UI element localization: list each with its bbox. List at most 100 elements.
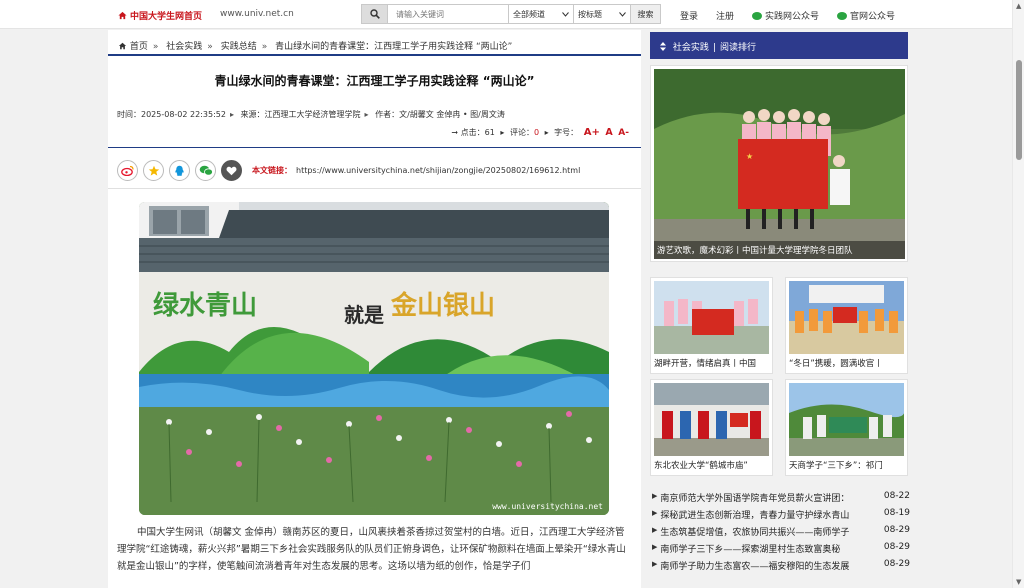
chevron-down-icon: [619, 11, 626, 17]
qq-icon: [175, 165, 184, 176]
field-select-value: 按标题: [578, 9, 602, 19]
wechat-official-link[interactable]: 官网公众号: [837, 9, 895, 22]
featured-photo-illustration: ★: [654, 69, 905, 259]
divider: [108, 147, 641, 148]
news-date: 08-19: [879, 508, 910, 518]
article-title: 青山绿水间的青春课堂：江西理工学子用实践诠释 “两山论”: [214, 74, 535, 88]
breadcrumb-separator-icon: »: [152, 42, 159, 52]
channel-select-value: 全部频道: [513, 9, 545, 19]
home-icon: [118, 11, 127, 20]
mural-photo-illustration: 绿水青山 就是 金山银山: [139, 202, 609, 515]
featured-image: ★ 游艺欢歌，魔术幻彩丨中国计量大学理学院冬日团队: [654, 69, 905, 259]
thumb-image: [789, 383, 904, 456]
thumb-photo-illustration: [789, 281, 904, 354]
news-item[interactable]: ▶ 南京师范大学外国语学院青年党员薪火宣讲团： 08-22: [652, 491, 910, 508]
clicks-label: 点击：: [460, 128, 485, 137]
news-date: 08-29: [879, 559, 910, 569]
news-title: 探秘武进生态创新治理，青春力量守护绿水青山: [660, 511, 850, 521]
wechat-icon: [199, 165, 213, 176]
mural-text-mid: 就是: [344, 303, 384, 327]
featured-caption: 游艺欢歌，魔术幻彩丨中国计量大学理学院冬日团队: [654, 241, 905, 259]
top-links: 登录 注册 实践网公众号 官网公众号: [680, 9, 913, 22]
thumb-caption: 东北农业大学“鹤城市庙”: [654, 461, 748, 471]
separator-icon: |: [712, 43, 716, 53]
page-scrollbar[interactable]: ▲ ▼: [1012, 0, 1024, 588]
search-bar: 全部频道 按标题 搜索: [361, 4, 661, 24]
star-icon: [148, 165, 159, 176]
chevron-down-icon: [562, 11, 569, 17]
font-small-button[interactable]: A-: [618, 128, 629, 138]
comments-count[interactable]: 0: [534, 128, 539, 137]
font-large-button[interactable]: A+: [584, 127, 600, 138]
news-date: 08-22: [879, 491, 910, 501]
news-title: 南师学子助力生态富农——福安穆阳的生态发展: [660, 562, 850, 572]
heart-icon: [226, 166, 237, 175]
news-item[interactable]: ▶ 生态筑基促增值，农旅协同共振兴——南师学子 08-29: [652, 525, 910, 542]
breadcrumb-practice-summary[interactable]: 实践总结: [221, 42, 257, 52]
sidebar-tabs: 社会实践 | 阅读排行: [650, 32, 908, 59]
news-item[interactable]: ▶ 南师学子助力生态富农——福安穆阳的生态发展 08-29: [652, 559, 910, 576]
clicks-count: 61: [484, 128, 495, 137]
article-stats: ➞ 点击：61 ▸ 评论：0 ▸ 字号： A+ A A-: [451, 127, 629, 138]
wechat-practice-link[interactable]: 实践网公众号: [752, 9, 819, 22]
breadcrumb-separator-icon: »: [207, 42, 213, 52]
tab-read-ranking[interactable]: 阅读排行: [720, 43, 756, 53]
arrow-right-icon: ▶: [652, 543, 658, 551]
weibo-share-button[interactable]: [117, 160, 138, 181]
tab-social-practice[interactable]: 社会实践: [673, 43, 709, 53]
favorite-share-button[interactable]: [143, 160, 164, 181]
thumb-photo-illustration: [654, 281, 769, 354]
article-link-label: 本文链接：: [252, 166, 292, 175]
site-home-link[interactable]: 中国大学生网首页: [118, 9, 202, 22]
article-author: 作者：文/胡馨文 金倬冉 • 图/周文涛: [375, 110, 505, 119]
thumb-caption: “冬日”携暖，圆满收官丨: [789, 359, 883, 369]
search-icon-button[interactable]: [361, 4, 388, 24]
sort-icon: [660, 42, 666, 51]
publish-time: 时间：2025-08-02 22:35:52: [117, 110, 226, 119]
article-link-url[interactable]: https://www.universitychina.net/shijian/…: [296, 166, 580, 175]
news-item[interactable]: ▶ 南师学子三下乡——探索湖里村生态致富奥秘 08-29: [652, 542, 910, 559]
featured-story[interactable]: ★ 游艺欢歌，魔术幻彩丨中国计量大学理学院冬日团队: [650, 65, 908, 262]
breadcrumb-current: 青山绿水间的青春课堂：江西理工学子用实践诠释 “两山论”: [275, 42, 513, 52]
thumb-photo-illustration: [789, 383, 904, 456]
arrow-right-icon: ▶: [652, 526, 658, 534]
scroll-up-icon[interactable]: ▲: [1016, 2, 1021, 10]
breadcrumb-home[interactable]: 首页: [130, 42, 148, 52]
thumb-photo-illustration: [654, 383, 769, 456]
svg-text:★: ★: [746, 152, 753, 161]
scroll-down-icon[interactable]: ▼: [1016, 578, 1021, 586]
thumb-story[interactable]: 湖畔开营，情绪启真丨中国: [650, 277, 773, 374]
wechat-official-label: 官网公众号: [850, 12, 896, 22]
font-size-label: 字号：: [554, 128, 579, 137]
news-title: 南京师范大学外国语学院青年党员薪火宣讲团：: [660, 494, 850, 504]
search-input[interactable]: [388, 4, 509, 24]
font-mid-button[interactable]: A: [605, 127, 612, 138]
breadcrumb-social-practice[interactable]: 社会实践: [166, 42, 202, 52]
article-body: 中国大学生网讯（胡馨文 金倬冉）赣南苏区的夏日，山风裹挟着茶香掠过贺堂村的白墙。…: [117, 527, 626, 572]
scrollbar-thumb[interactable]: [1016, 60, 1022, 160]
register-link[interactable]: 注册: [716, 9, 734, 22]
bullet-icon: ▸: [364, 110, 369, 119]
channel-select[interactable]: 全部频道: [509, 4, 574, 24]
mural-text-right: 金山银山: [390, 290, 495, 321]
more-share-button[interactable]: [221, 160, 242, 181]
news-item[interactable]: ▶ 探秘武进生态创新治理，青春力量守护绿水青山 08-19: [652, 508, 910, 525]
search-button[interactable]: 搜索: [631, 4, 661, 24]
thumb-caption: 湖畔开营，情绪启真丨中国: [654, 359, 757, 369]
news-date: 08-29: [879, 542, 910, 552]
qq-share-button[interactable]: [169, 160, 190, 181]
login-link[interactable]: 登录: [680, 9, 698, 22]
weibo-icon: [121, 165, 134, 176]
field-select[interactable]: 按标题: [574, 4, 631, 24]
home-icon: [118, 42, 127, 50]
share-bar: 本文链接： https://www.universitychina.net/sh…: [117, 160, 580, 181]
thumb-story[interactable]: 天商学子“三下乡”：祁门: [785, 379, 908, 476]
thumb-story[interactable]: “冬日”携暖，圆满收官丨: [785, 277, 908, 374]
wechat-share-button[interactable]: [195, 160, 216, 181]
site-domain: www.univ.net.cn: [220, 9, 294, 19]
thumb-story[interactable]: 东北农业大学“鹤城市庙”: [650, 379, 773, 476]
mural-text-left: 绿水青山: [153, 291, 257, 321]
article-source: 来源：江西理工大学经济管理学院: [240, 110, 361, 119]
bullet-icon: ▸: [229, 110, 234, 119]
article-panel: 首页 » 社会实践 » 实践总结 » 青山绿水间的青春课堂：江西理工学子用实践诠释 “…: [108, 30, 641, 588]
